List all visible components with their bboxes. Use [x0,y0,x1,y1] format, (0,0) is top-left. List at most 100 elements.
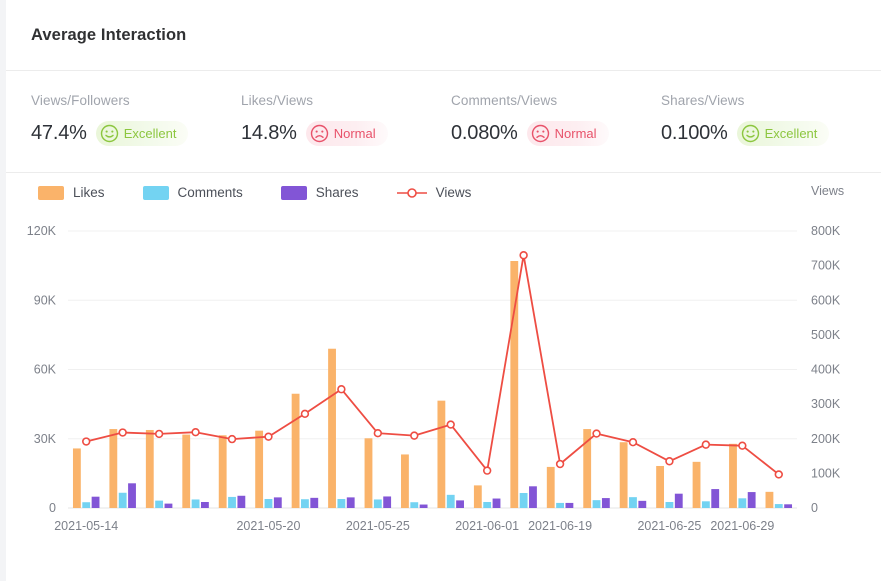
y-axis-tick-right: 300K [811,397,841,411]
bar-likes[interactable] [656,466,664,508]
views-point[interactable] [666,458,673,465]
views-point[interactable] [83,438,90,445]
stat-value: 0.100% [661,122,728,145]
bar-shares[interactable] [493,499,501,508]
bar-likes[interactable] [255,431,263,508]
bar-likes[interactable] [146,430,154,508]
views-point[interactable] [630,439,637,446]
interaction-chart[interactable]: 030K60K90K120K0100K200K300K400K500K600K7… [6,173,881,581]
bar-comments[interactable] [556,503,564,508]
legend-swatch-comments [143,186,169,200]
legend-item-shares[interactable]: Shares [281,185,359,200]
bar-comments[interactable] [119,493,127,508]
chart-area: Likes Comments Shares Views 030K60K90K12… [6,173,881,581]
stat-value: 47.4% [31,122,87,145]
views-point[interactable] [156,431,163,438]
y-axis-tick-right: 800K [811,224,841,238]
views-point[interactable] [302,410,309,417]
bar-comments[interactable] [410,502,418,508]
bar-shares[interactable] [237,496,245,508]
bar-comments[interactable] [265,499,273,508]
legend-item-views[interactable]: Views [397,185,472,200]
views-point[interactable] [775,471,782,478]
views-point[interactable] [702,441,709,448]
views-point[interactable] [192,429,199,436]
bar-shares[interactable] [456,500,464,508]
views-point[interactable] [119,429,126,436]
bar-likes[interactable] [729,444,737,508]
views-point[interactable] [520,252,527,259]
bar-comments[interactable] [192,499,200,508]
bar-comments[interactable] [301,499,309,508]
bar-shares[interactable] [310,498,318,508]
bar-likes[interactable] [292,394,300,508]
bar-shares[interactable] [165,504,173,508]
stat-value: 14.8% [241,122,297,145]
bar-likes[interactable] [693,462,701,508]
bar-shares[interactable] [128,483,136,508]
bar-comments[interactable] [447,495,455,508]
bar-shares[interactable] [274,497,282,508]
bar-likes[interactable] [109,429,117,508]
bar-likes[interactable] [547,467,555,508]
legend-marker-views [397,186,427,200]
bar-shares[interactable] [602,498,610,508]
legend-item-likes[interactable]: Likes [38,185,105,200]
y-axis-tick-right: 700K [811,259,841,273]
bar-likes[interactable] [182,435,190,508]
views-point[interactable] [739,442,746,449]
views-point[interactable] [411,432,418,439]
status-badge-label: Normal [334,126,376,141]
bar-comments[interactable] [629,497,637,508]
bar-shares[interactable] [784,504,792,508]
bar-comments[interactable] [666,502,674,508]
views-point[interactable] [484,467,491,474]
views-point[interactable] [265,433,272,440]
stat-views-followers: Views/Followers 47.4% Excellent [31,93,241,172]
bar-comments[interactable] [155,501,163,508]
bar-likes[interactable] [474,485,482,508]
bar-comments[interactable] [82,502,90,508]
bar-likes[interactable] [328,349,336,508]
views-point[interactable] [557,461,564,468]
views-point[interactable] [374,430,381,437]
bar-shares[interactable] [565,503,573,508]
y-axis-tick-right: 0 [811,501,818,515]
bar-likes[interactable] [437,401,445,508]
bar-comments[interactable] [702,501,710,508]
bar-comments[interactable] [374,499,382,508]
bar-comments[interactable] [775,504,783,508]
views-point[interactable] [447,421,454,428]
bar-likes[interactable] [766,492,774,508]
bar-likes[interactable] [73,448,81,508]
bar-shares[interactable] [347,497,355,508]
bar-likes[interactable] [401,454,409,508]
views-point[interactable] [229,436,236,443]
bar-shares[interactable] [711,489,719,508]
bar-shares[interactable] [748,492,756,508]
x-axis-tick: 2021-06-25 [637,519,701,533]
legend-item-comments[interactable]: Comments [143,185,243,200]
average-interaction-card: Average Interaction Views/Followers 47.4… [0,0,881,581]
bar-comments[interactable] [228,497,236,508]
bar-likes[interactable] [365,438,373,508]
bar-shares[interactable] [529,486,537,508]
bar-comments[interactable] [483,502,491,508]
bar-shares[interactable] [675,494,683,508]
bar-shares[interactable] [201,502,209,508]
bar-likes[interactable] [620,442,628,508]
bar-shares[interactable] [383,496,391,508]
bar-shares[interactable] [420,505,428,508]
stat-value-row: 47.4% Excellent [31,121,241,146]
bar-shares[interactable] [92,497,100,508]
bar-shares[interactable] [638,501,646,508]
bar-likes[interactable] [219,435,227,508]
bar-comments[interactable] [738,498,746,508]
bar-comments[interactable] [593,500,601,508]
stat-likes-views: Likes/Views 14.8% Normal [241,93,451,172]
views-point[interactable] [338,386,345,393]
status-badge-label: Normal [555,126,597,141]
bar-comments[interactable] [520,493,528,508]
views-point[interactable] [593,430,600,437]
bar-comments[interactable] [337,499,345,508]
